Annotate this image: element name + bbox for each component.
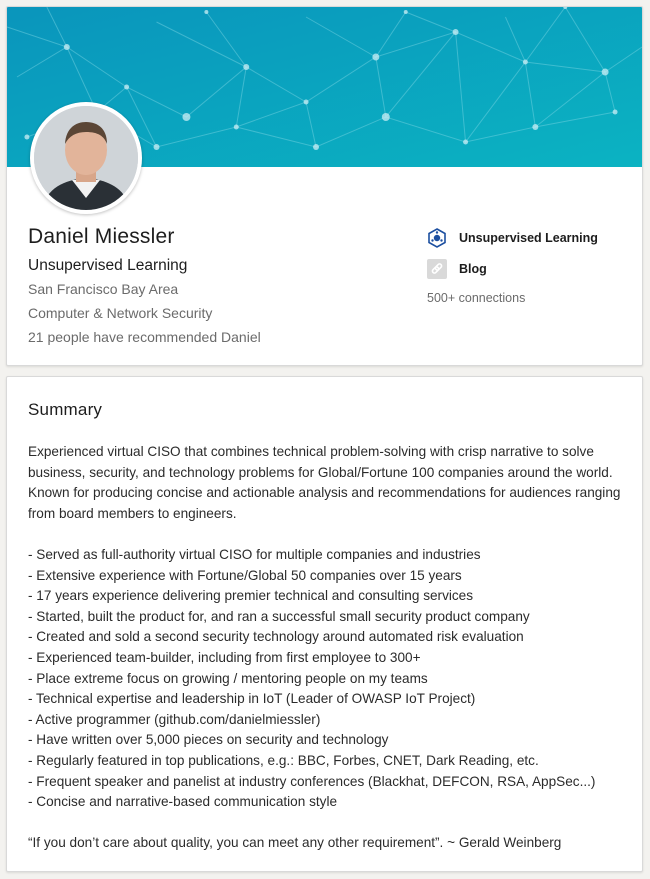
list-item: - Place extreme focus on growing / mento… bbox=[28, 670, 428, 686]
profile-location: San Francisco Bay Area bbox=[28, 281, 179, 297]
list-item: - Concise and narrative-based communicat… bbox=[28, 794, 338, 810]
list-item: - Created and sold a second security tec… bbox=[28, 629, 524, 645]
profile-headline: Unsupervised Learning bbox=[28, 257, 188, 274]
list-item: - 17 years experience delivering premier… bbox=[28, 588, 474, 604]
list-item: - Have written over 5,000 pieces on secu… bbox=[28, 732, 389, 748]
list-item: - Experienced team-builder, including fr… bbox=[28, 649, 421, 665]
profile-industry: Computer & Network Security bbox=[28, 305, 213, 321]
list-item: - Frequent speaker and panelist at indus… bbox=[28, 773, 596, 789]
connections-count: 500+ connections bbox=[427, 291, 526, 305]
profile-card: Daniel Miessler Unsupervised Learning Sa… bbox=[6, 6, 643, 366]
blog-label: Blog bbox=[459, 262, 487, 276]
list-item: - Regularly featured in top publications… bbox=[28, 752, 539, 768]
profile-name: Daniel Miessler bbox=[28, 225, 175, 248]
company-name: Unsupervised Learning bbox=[459, 231, 598, 245]
summary-body: Experienced virtual CISO that combines t… bbox=[28, 442, 628, 854]
profile-photo[interactable] bbox=[30, 102, 142, 214]
company-logo-icon bbox=[427, 228, 447, 248]
summary-intro: Experienced virtual CISO that combines t… bbox=[28, 444, 621, 521]
blog-link[interactable]: Blog bbox=[427, 259, 487, 279]
link-icon bbox=[427, 259, 447, 279]
list-item: - Extensive experience with Fortune/Glob… bbox=[28, 567, 462, 583]
summary-heading: Summary bbox=[28, 400, 103, 419]
summary-card: Summary Experienced virtual CISO that co… bbox=[6, 376, 643, 872]
list-item: - Technical expertise and leadership in … bbox=[28, 691, 476, 707]
summary-quote: “If you don’t care about quality, you ca… bbox=[28, 835, 562, 851]
summary-bullet-list: - Served as full-authority virtual CISO … bbox=[28, 545, 628, 813]
recommendations-count[interactable]: 21 people have recommended Daniel bbox=[28, 329, 261, 345]
list-item: - Started, built the product for, and ra… bbox=[28, 608, 530, 624]
current-company-link[interactable]: Unsupervised Learning bbox=[427, 228, 598, 248]
list-item: - Served as full-authority virtual CISO … bbox=[28, 546, 481, 562]
list-item: - Active programmer (github.com/danielmi… bbox=[28, 711, 321, 727]
